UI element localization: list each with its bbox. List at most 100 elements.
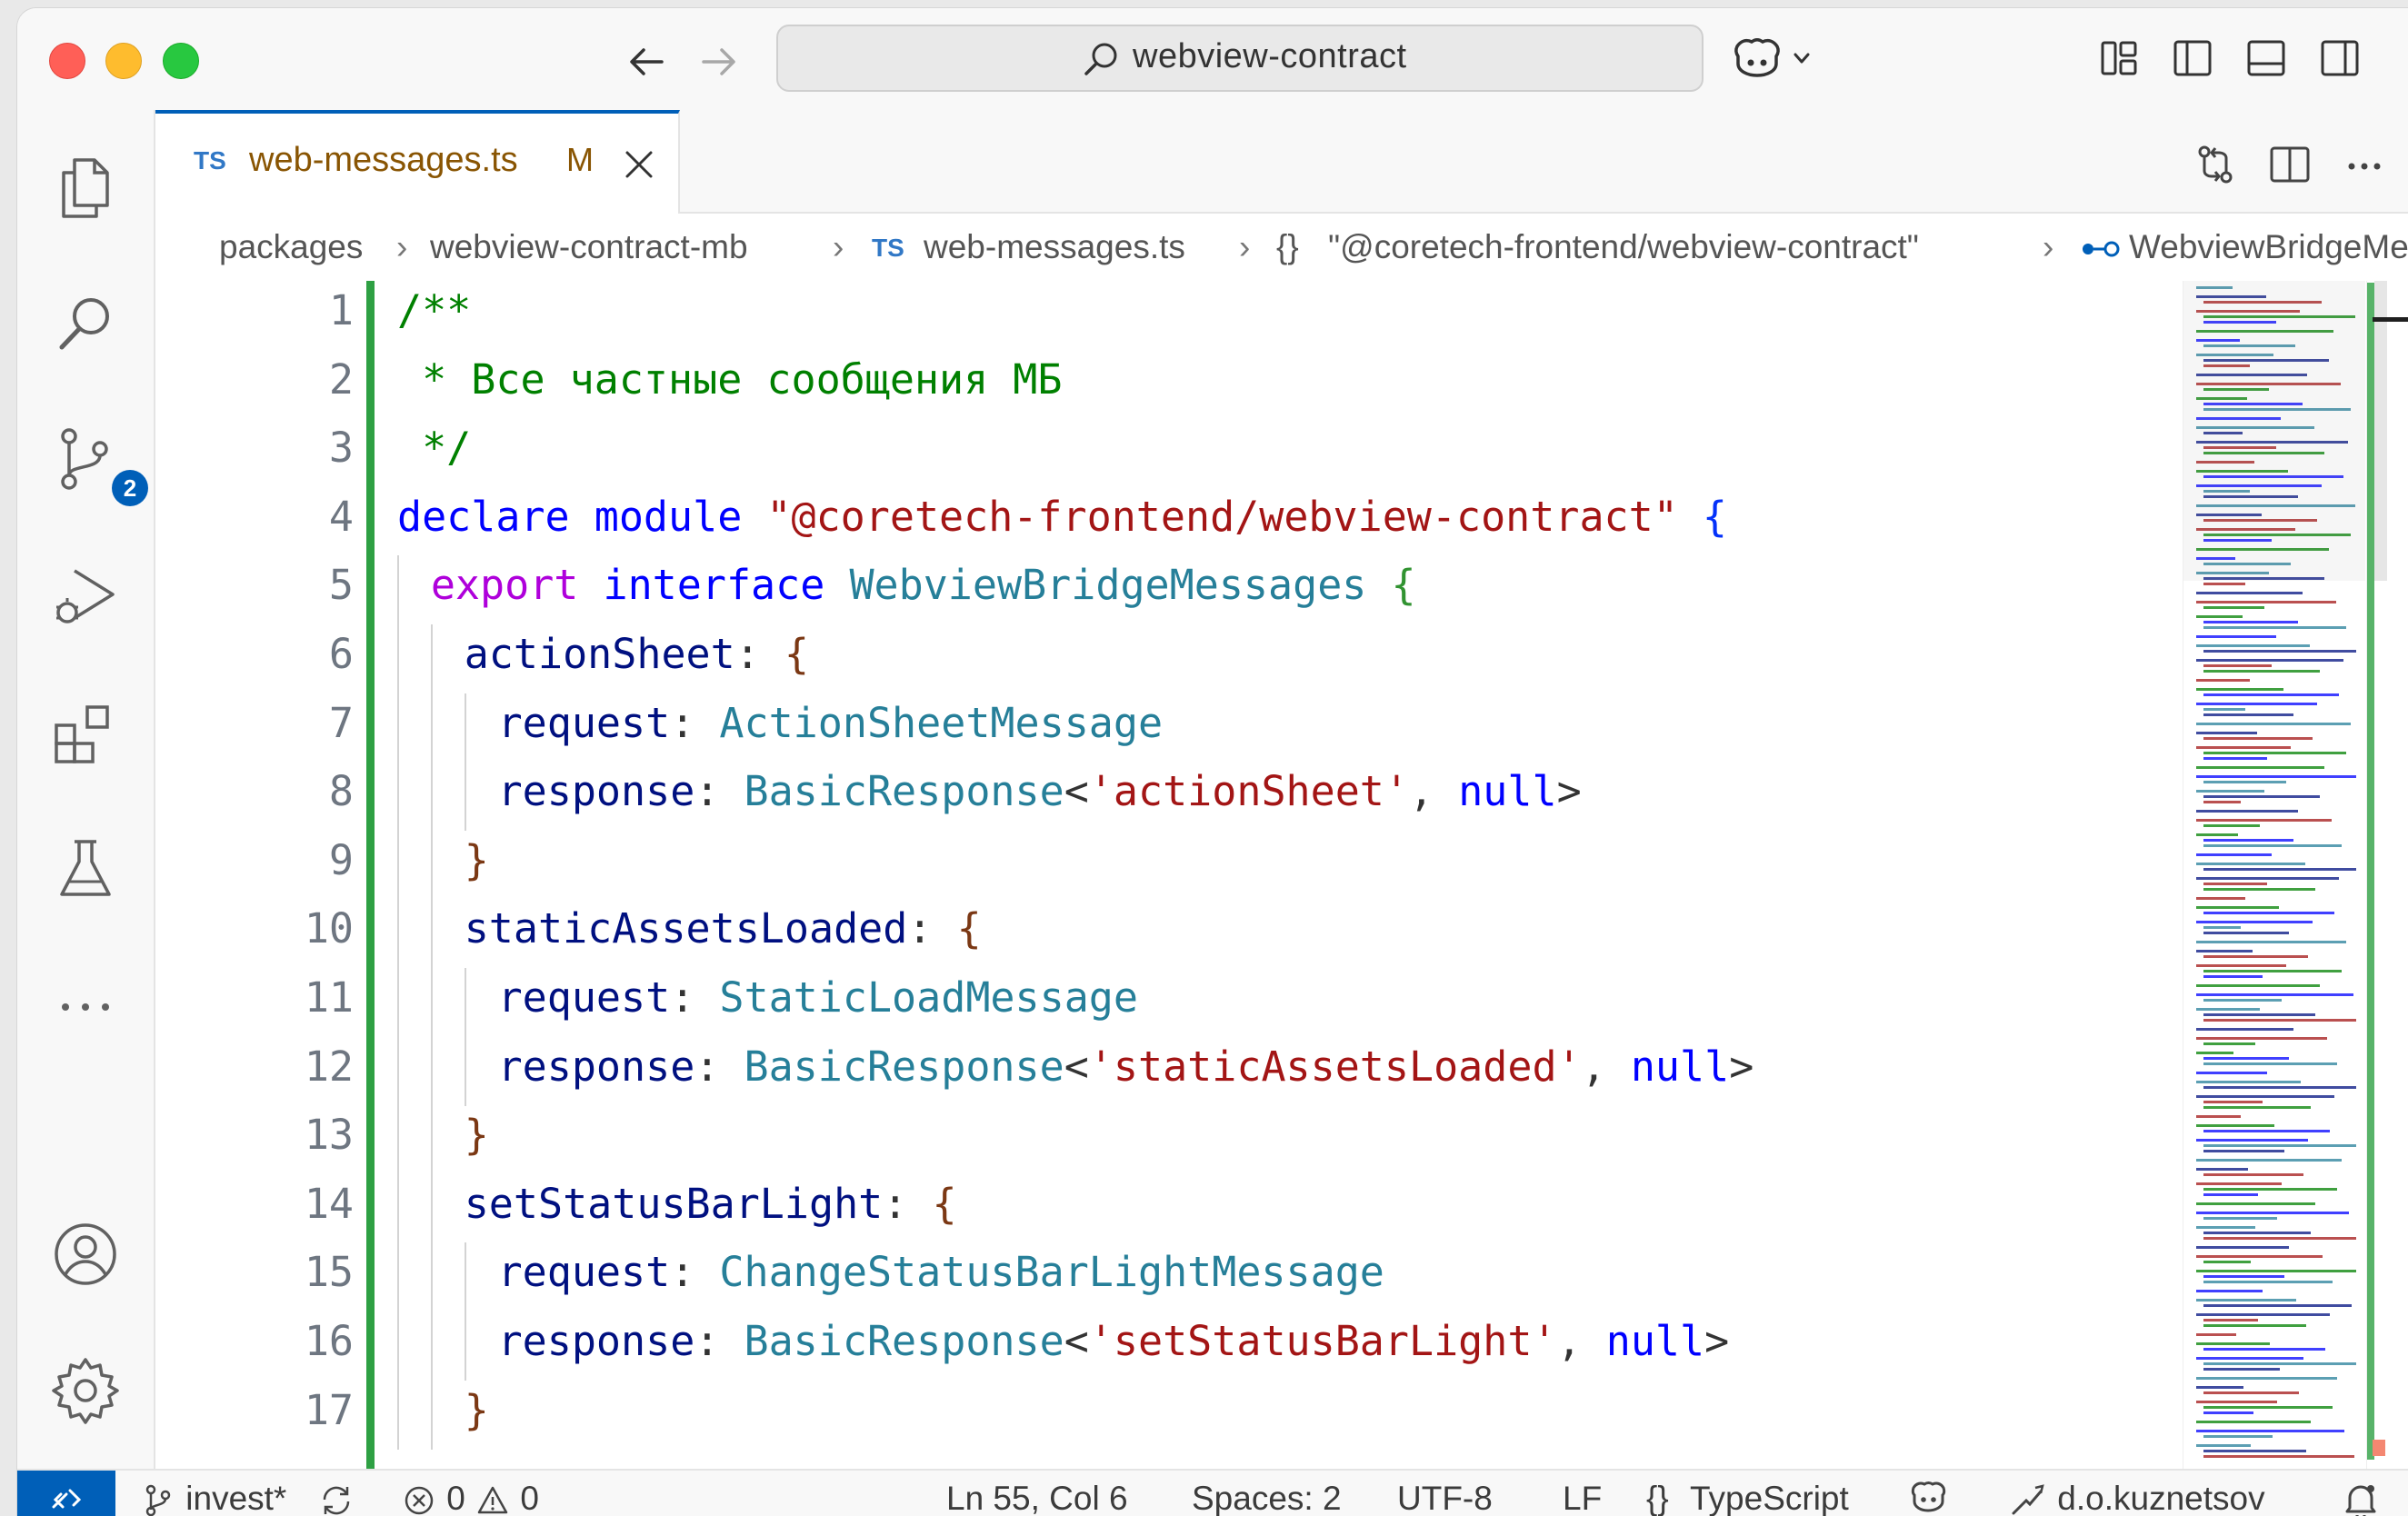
- copilot-menu-button[interactable]: [1726, 34, 1817, 85]
- encoding-status[interactable]: UTF-8: [1397, 1480, 1493, 1516]
- code-line[interactable]: 6 actionSheet: {: [155, 624, 2137, 693]
- accounts-button[interactable]: [47, 1216, 124, 1292]
- account-status[interactable]: d.o.kuznetsov: [2008, 1480, 2265, 1516]
- manage-button[interactable]: [47, 1352, 124, 1429]
- code-text: response: BasicResponse<'setStatusBarLig…: [498, 1317, 1730, 1365]
- code-line[interactable]: 3 */: [155, 418, 2137, 487]
- line-number: 10: [304, 904, 354, 953]
- command-center-search[interactable]: webview-contract: [776, 25, 1704, 92]
- breadcrumb-interface[interactable]: WebviewBridgeMessages: [2129, 228, 2408, 266]
- toggle-primary-sidebar-button[interactable]: [2170, 35, 2215, 81]
- line-number: 17: [304, 1385, 354, 1434]
- breadcrumb-module[interactable]: "@coretech-frontend/webview-contract": [1328, 228, 1919, 266]
- remote-icon: [52, 1489, 82, 1509]
- interface-symbol-icon: [2083, 241, 2120, 257]
- code-line[interactable]: 13}: [155, 1105, 2137, 1175]
- code-line[interactable]: 5 export interface WebviewBridgeMessages …: [155, 555, 2137, 625]
- source-control-button[interactable]: 2: [47, 422, 148, 506]
- split-editor-button[interactable]: [2266, 141, 2313, 188]
- beaker-icon: [60, 840, 111, 896]
- problems-status[interactable]: 0 0: [401, 1480, 539, 1516]
- chevron-right-icon: ›: [1239, 228, 1251, 265]
- go-forward-button[interactable]: [696, 39, 742, 85]
- code-line[interactable]: 14 setStatusBarLight: {: [155, 1173, 2137, 1243]
- more-actions-button[interactable]: [2341, 141, 2388, 188]
- code-token: {: [932, 1179, 957, 1228]
- code-line[interactable]: 2 * Все частные сообщения МБ: [155, 350, 2137, 419]
- tab-web-messages[interactable]: TS web-messages.ts M: [155, 110, 680, 214]
- minimap-slider[interactable]: [2183, 281, 2365, 581]
- indentation-status[interactable]: Spaces: 2: [1192, 1480, 1342, 1516]
- scrollbar-thumb[interactable]: [2374, 281, 2387, 581]
- maximize-window-button[interactable]: [163, 43, 199, 79]
- copilot-status-button[interactable]: [1908, 1476, 1955, 1516]
- layout-icon: [2101, 41, 2137, 75]
- language-mode-status[interactable]: TypeScript: [1690, 1480, 1849, 1516]
- go-back-button[interactable]: [624, 39, 669, 85]
- code-token: :: [694, 767, 720, 816]
- code-line[interactable]: 1 /**: [155, 281, 2137, 350]
- line-number: 11: [304, 973, 354, 1022]
- indent-guide: [430, 968, 433, 1037]
- code-line[interactable]: 15 request: ChangeStatusBarLightMessage: [155, 1242, 2137, 1312]
- code-line[interactable]: 4 declare module "@coretech-frontend/webv…: [155, 487, 2137, 556]
- more-views-button[interactable]: [47, 967, 124, 1043]
- testing-button[interactable]: [47, 831, 124, 907]
- code-line[interactable]: 16 response: BasicResponse<'setStatusBarL…: [155, 1312, 2137, 1381]
- code-text: response: BasicResponse<'actionSheet', n…: [498, 767, 1582, 815]
- code-token: null: [1605, 1317, 1705, 1365]
- code-token: BasicResponse: [744, 767, 1064, 816]
- code-line[interactable]: 10 staticAssetsLoaded: {: [155, 899, 2137, 969]
- indent-guide: [397, 968, 399, 1037]
- code-line[interactable]: 12 response: BasicResponse<'staticAssetsL…: [155, 1036, 2137, 1106]
- extensions-icon: [55, 705, 109, 763]
- customize-layout-button[interactable]: [2096, 35, 2142, 81]
- extensions-button[interactable]: [47, 694, 124, 771]
- indent-guide: [397, 555, 399, 625]
- indent-guide: [430, 1036, 433, 1106]
- line-number: 6: [328, 630, 354, 678]
- code-text: }: [465, 1111, 489, 1159]
- code-line[interactable]: 8 response: BasicResponse<'actionSheet', …: [155, 762, 2137, 832]
- code-text: */: [397, 424, 471, 472]
- run-debug-button[interactable]: [47, 558, 124, 634]
- code-editor[interactable]: 1/** 2 * Все частные сообщения МБ 3 */4 dec…: [155, 281, 2408, 1469]
- toggle-panel-button[interactable]: [2243, 35, 2289, 81]
- code-line[interactable]: 7 request: ActionSheetMessage: [155, 693, 2137, 763]
- minimap[interactable]: [2183, 281, 2365, 1469]
- cursor-position[interactable]: Ln 55, Col 6: [946, 1480, 1128, 1516]
- open-changes-button[interactable]: [2192, 141, 2239, 188]
- search-view-button[interactable]: [47, 285, 124, 362]
- close-icon[interactable]: [623, 148, 655, 181]
- branch-status[interactable]: invest*: [140, 1480, 286, 1516]
- breadcrumb-packages[interactable]: packages: [219, 228, 363, 266]
- eol-status[interactable]: LF: [1563, 1480, 1602, 1516]
- code-line[interactable]: 9}: [155, 830, 2137, 900]
- explorer-button[interactable]: [47, 149, 124, 225]
- notifications-button[interactable]: [2341, 1480, 2381, 1516]
- typescript-file-icon: TS: [194, 146, 226, 175]
- indent-guide: [397, 1105, 399, 1175]
- minimize-window-button[interactable]: [105, 43, 142, 79]
- code-token: :: [694, 1317, 720, 1365]
- code-token: }: [464, 1385, 489, 1434]
- remote-indicator-button[interactable]: [17, 1471, 115, 1516]
- code-text: staticAssetsLoaded: {: [465, 904, 982, 952]
- branch-name: invest*: [185, 1480, 287, 1516]
- line-number: 16: [304, 1317, 354, 1365]
- indent-guide: [397, 1312, 399, 1381]
- breadcrumb-file[interactable]: web-messages.ts: [924, 228, 1185, 266]
- indent-guide: [430, 1105, 433, 1175]
- code-token: null: [1630, 1042, 1730, 1091]
- code-line[interactable]: 11 request: StaticLoadMessage: [155, 968, 2137, 1037]
- code-token: StaticLoadMessage: [719, 973, 1138, 1022]
- toggle-secondary-sidebar-button[interactable]: [2317, 35, 2363, 81]
- code-text: }: [465, 1386, 489, 1434]
- sync-button[interactable]: [317, 1480, 355, 1516]
- indent-guide: [397, 1173, 399, 1243]
- vertical-scrollbar[interactable]: [2366, 281, 2408, 1469]
- code-token: /**: [397, 286, 472, 334]
- code-line[interactable]: 17}: [155, 1380, 2137, 1450]
- close-window-button[interactable]: [49, 43, 85, 79]
- breadcrumb-package-folder[interactable]: webview-contract-mb: [430, 228, 748, 266]
